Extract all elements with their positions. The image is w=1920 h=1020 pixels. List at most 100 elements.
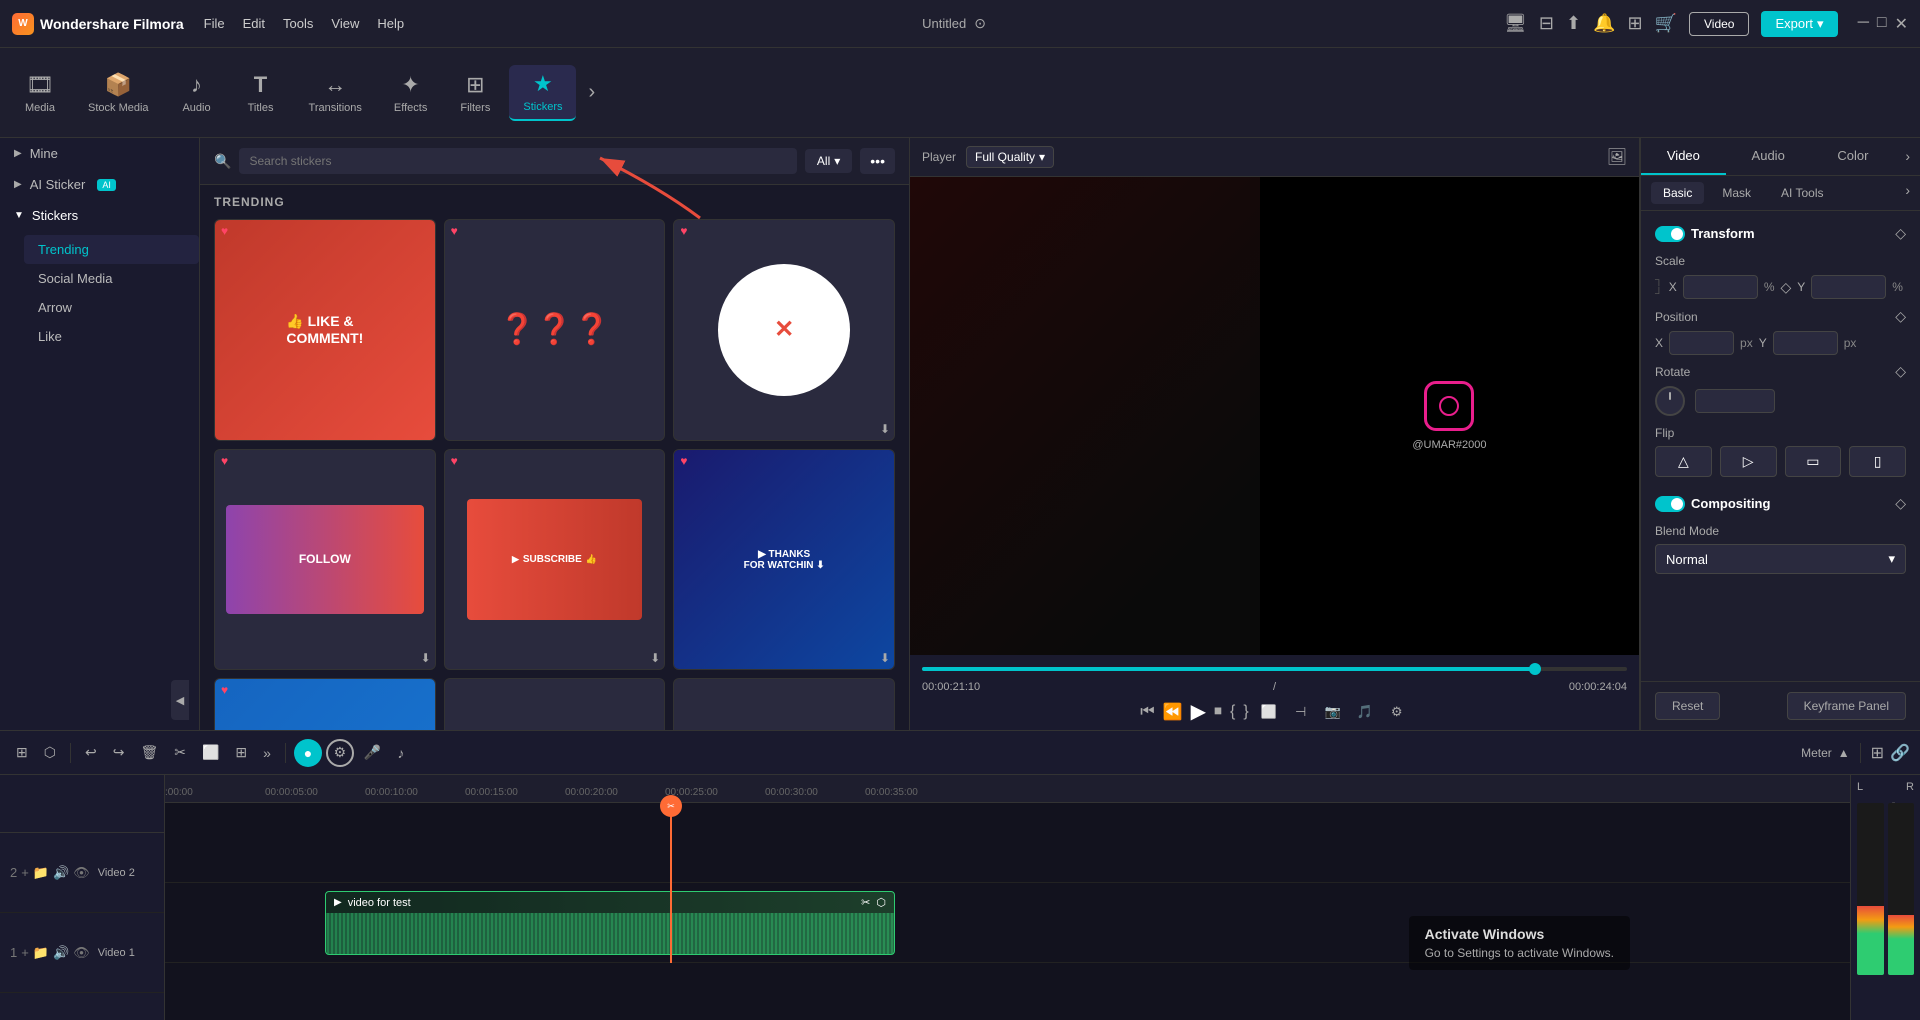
tl-crop-button[interactable]: ⬜ [196, 740, 225, 765]
toolbar-more-button[interactable]: › [580, 81, 603, 104]
sidebar-item-ai-sticker[interactable]: ▶ AI Sticker AI [0, 169, 199, 200]
tl-more-button[interactable]: » [257, 741, 277, 765]
position-keyframe[interactable]: ◇ [1895, 308, 1906, 325]
tl-record-button[interactable]: ● [294, 739, 322, 767]
tool-titles[interactable]: T Titles [231, 66, 291, 120]
tl-delete-button[interactable]: 🗑 [134, 740, 164, 765]
quality-selector[interactable]: Full Quality ▾ [966, 146, 1054, 168]
sticker-thanks-watching-dark[interactable]: ♥ THANKSFORWATCHING ⬇ [214, 678, 436, 730]
sticker-subscribe[interactable]: ♥ ▶ SUBSCRIBE 👍 ⬇ [444, 449, 666, 671]
sub-tab-more[interactable]: › [1905, 182, 1910, 204]
compositing-keyframe[interactable]: ◇ [1895, 495, 1906, 512]
tab-audio[interactable]: Audio [1726, 138, 1811, 175]
subtab-basic[interactable]: Basic [1651, 182, 1704, 204]
sticker-question-marks[interactable]: ♥ ❓❓❓ [444, 219, 666, 441]
track-add-icon[interactable]: + [21, 865, 29, 880]
scale-x-input[interactable]: 100.00 [1683, 275, 1758, 299]
sticker-thanks-blue[interactable]: ♥ ▶ THANKSFOR WATCHIN ⬇ ⬇ [673, 449, 895, 671]
tl-grid-button[interactable]: ⊞ [10, 740, 34, 765]
add-track-button[interactable]: ⊞ [1871, 743, 1884, 763]
playhead[interactable]: ✂ [670, 803, 672, 963]
rotate-value-input[interactable]: 0.00° [1695, 389, 1775, 413]
play-button[interactable]: ▶ [1191, 699, 1206, 724]
mark-in-button[interactable]: ⊣ [1289, 700, 1313, 724]
scale-y-input[interactable]: 100.00 [1811, 275, 1886, 299]
layout-icon[interactable]: ⊟ [1539, 13, 1554, 34]
sticker-curl-arrow[interactable]: ↩ ⬇ [673, 678, 895, 730]
track-link-button[interactable]: 🔗 [1890, 743, 1910, 763]
playhead-handle[interactable]: ✂ [660, 795, 682, 817]
tab-color[interactable]: Color [1811, 138, 1896, 175]
tl-select-button[interactable]: ⊞ [229, 740, 253, 765]
sidebar-item-like[interactable]: Like [24, 322, 199, 351]
keyframe-panel-button[interactable]: Keyframe Panel [1787, 692, 1906, 720]
export-button[interactable]: Export ▾ [1761, 11, 1837, 37]
bell-icon[interactable]: 🔔 [1593, 13, 1615, 34]
tool-effects[interactable]: ✦ Effects [380, 66, 441, 120]
tl-cut-button[interactable]: ✂ [168, 740, 192, 765]
audio-waveform-button[interactable]: 🎵 [1353, 700, 1377, 724]
tool-filters[interactable]: ⊞ Filters [445, 66, 505, 120]
track-eye-toggle[interactable]: 👁 [73, 865, 90, 881]
video-clip[interactable]: ▶ video for test ✂ ⬡ [325, 891, 895, 955]
track-folder-icon-1[interactable]: 📁 [33, 945, 49, 961]
sticker-search-input[interactable] [239, 148, 796, 174]
bracket-close-button[interactable]: } [1243, 703, 1248, 721]
sticker-follow[interactable]: ♥ FOLLOW ⬇ [214, 449, 436, 671]
sticker-filter-button[interactable]: All ▾ [805, 149, 852, 173]
right-tab-more[interactable]: › [1895, 138, 1920, 175]
compositing-toggle[interactable] [1655, 496, 1685, 512]
tool-transitions[interactable]: ↔ Transitions [295, 66, 376, 120]
track-add-icon-1[interactable]: + [21, 945, 29, 960]
download-icon-3[interactable]: ⬇ [880, 422, 890, 436]
track-eye-toggle-1[interactable]: 👁 [73, 945, 90, 961]
stop-button[interactable]: ⏹ [1214, 703, 1222, 721]
subtab-mask[interactable]: Mask [1710, 182, 1763, 204]
tool-audio[interactable]: ♪ Audio [167, 66, 227, 120]
sidebar-item-mine[interactable]: ▶ Mine [0, 138, 199, 169]
bracket-open-button[interactable]: { [1230, 703, 1235, 721]
scale-x-keyframe[interactable]: ◇ [1780, 279, 1791, 296]
tl-music-button[interactable]: ♪ [391, 741, 410, 765]
sticker-more-button[interactable]: ••• [860, 148, 895, 174]
menu-tools[interactable]: Tools [283, 16, 313, 31]
track-folder-icon[interactable]: 📁 [33, 865, 49, 881]
step-back-button[interactable]: ⏪ [1163, 702, 1183, 722]
settings-button[interactable]: ⚙ [1385, 700, 1409, 724]
download-icon-4[interactable]: ⬇ [421, 651, 431, 665]
track-audio-toggle[interactable]: 🔊 [53, 865, 69, 881]
transform-toggle[interactable] [1655, 226, 1685, 242]
close-button[interactable]: ✕ [1895, 14, 1908, 34]
maximize-button[interactable]: □ [1877, 14, 1887, 34]
flip-horizontal-button[interactable]: △ [1655, 446, 1712, 477]
transform-keyframe-icon[interactable]: ◇ [1895, 225, 1906, 242]
flip-mirror-v-button[interactable]: ▯ [1849, 446, 1906, 477]
tl-pointer-button[interactable]: ⬡ [38, 740, 62, 765]
tool-media[interactable]: 🎞 Media [10, 66, 70, 120]
tl-redo-button[interactable]: ↪ [107, 740, 131, 765]
subtab-ai-tools[interactable]: AI Tools [1769, 182, 1835, 204]
panel-collapse-button[interactable]: ◀ [171, 680, 189, 720]
sidebar-item-stickers[interactable]: ▼ Stickers [0, 200, 199, 231]
tl-settings-button[interactable]: ⚙ [326, 739, 354, 767]
reset-button[interactable]: Reset [1655, 692, 1720, 720]
minimize-button[interactable]: ─ [1858, 14, 1869, 34]
menu-view[interactable]: View [331, 16, 359, 31]
grid-icon[interactable]: ⊞ [1627, 13, 1642, 34]
cloud-icon[interactable]: ⬆ [1566, 13, 1581, 34]
flip-vertical-button[interactable]: ▷ [1720, 446, 1777, 477]
sidebar-item-social-media[interactable]: Social Media [24, 264, 199, 293]
camera-button[interactable]: 📷 [1321, 700, 1345, 724]
download-icon-6[interactable]: ⬇ [880, 651, 890, 665]
sticker-like-comment[interactable]: ♥ 👍 LIKE &COMMENT! [214, 219, 436, 441]
screenshot-icon[interactable]: 🖼 [1607, 147, 1627, 167]
tool-stock-media[interactable]: 📦 Stock Media [74, 66, 163, 120]
progress-bar[interactable] [922, 667, 1627, 671]
progress-thumb[interactable] [1529, 663, 1541, 675]
rotate-keyframe[interactable]: ◇ [1895, 363, 1906, 380]
login-button[interactable]: Video [1689, 12, 1749, 36]
rotate-dial[interactable] [1655, 386, 1685, 416]
tl-mic-button[interactable]: 🎤 [358, 740, 387, 765]
position-y-input[interactable]: 0.00 [1773, 331, 1838, 355]
monitor-icon[interactable]: 🖥 [1504, 13, 1527, 34]
